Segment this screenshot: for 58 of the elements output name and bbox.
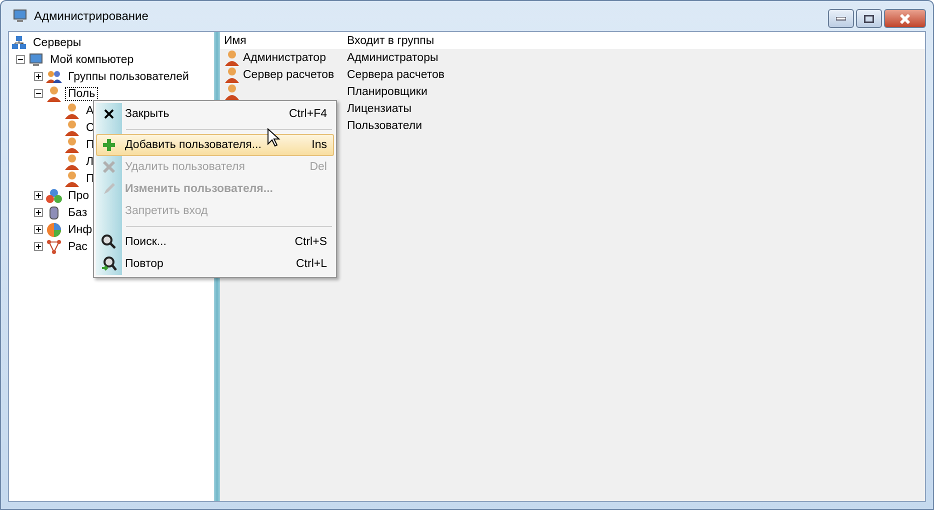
collapse-icon[interactable]: [16, 55, 25, 64]
search-icon: [101, 234, 117, 250]
maximize-icon: [864, 14, 874, 22]
pie-icon: [46, 222, 62, 238]
expand-icon[interactable]: [34, 72, 43, 81]
user-icon: [46, 86, 62, 102]
expand-icon[interactable]: [34, 225, 43, 234]
cross-icon: [101, 159, 117, 175]
pencil-icon: [101, 181, 117, 197]
minimize-icon: [836, 16, 846, 20]
expand-icon[interactable]: [34, 208, 43, 217]
menu-item[interactable]: Закрыть Ctrl+F4: [96, 103, 334, 125]
user-icon: [64, 154, 80, 170]
window-title: Администрирование: [34, 9, 148, 23]
tree-item[interactable]: Л: [83, 154, 97, 168]
cursor-icon: [267, 128, 281, 148]
tree-item[interactable]: Инф: [65, 222, 96, 236]
tree-item[interactable]: Про: [65, 188, 92, 202]
user-icon: [64, 102, 80, 118]
user-icon: [224, 84, 240, 100]
close-icon: [899, 14, 911, 24]
expand-icon[interactable]: [34, 191, 43, 200]
tree-item[interactable]: Рас: [65, 240, 90, 254]
expand-icon[interactable]: [34, 242, 43, 251]
monitor-icon: [28, 52, 44, 68]
search-arrow-icon: [101, 256, 117, 272]
user-icon: [64, 136, 80, 152]
table-cell: Сервер расчетов: [243, 68, 334, 80]
menu-item[interactable]: Поиск... Ctrl+S: [96, 231, 334, 253]
column-header[interactable]: Имя: [220, 32, 343, 49]
users-icon: [46, 68, 62, 84]
table-cell-text: Администраторы: [346, 50, 440, 66]
tree-item[interactable]: Серверы: [30, 36, 84, 50]
monitor-icon: [12, 8, 28, 24]
menu-item[interactable]: Добавить пользователя... Ins: [96, 134, 334, 156]
minimize-button[interactable]: [828, 9, 854, 28]
user-icon: [224, 66, 240, 82]
plus-icon: [101, 137, 117, 153]
table-cell: Администратор: [243, 52, 326, 64]
tree-item[interactable]: А: [83, 104, 97, 118]
menu-item[interactable]: Повтор Ctrl+L: [96, 253, 334, 275]
table-cell-text: Планировщики: [346, 84, 428, 100]
node-graph-icon: [46, 238, 62, 254]
user-icon: [224, 50, 240, 66]
user-icon: [64, 170, 80, 186]
tree-item[interactable]: Группы пользователей: [65, 70, 192, 84]
column-header[interactable]: Входит в группы: [343, 32, 547, 49]
network-computers-icon: [11, 34, 27, 50]
close-button[interactable]: [884, 9, 926, 28]
tree-item[interactable]: Баз: [65, 206, 90, 220]
table-cell-text: Лицензиаты: [346, 102, 413, 116]
collapse-icon[interactable]: [34, 89, 43, 98]
user-icon: [64, 120, 80, 136]
tree-item[interactable]: Мой компьютер: [47, 52, 137, 66]
table-cell-text: Пользователи: [346, 118, 424, 134]
maximize-button[interactable]: [856, 9, 882, 28]
spheres-icon: [46, 188, 62, 204]
table-cell-text: Сервера расчетов: [346, 68, 446, 82]
